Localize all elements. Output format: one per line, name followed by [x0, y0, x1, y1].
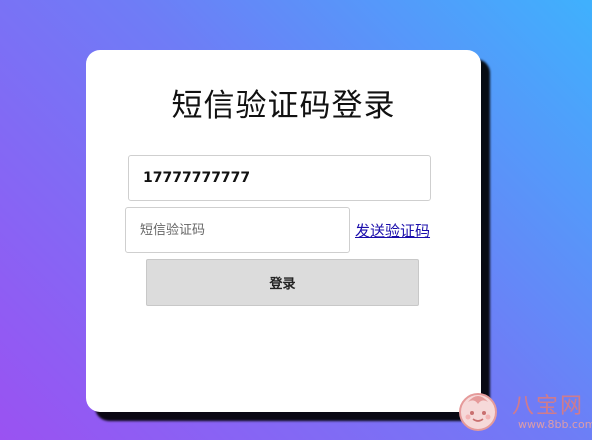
sms-code-input[interactable]: [125, 207, 350, 253]
watermark-brand: 八宝网: [512, 394, 585, 419]
login-card: 短信验证码登录 发送验证码 登录: [86, 50, 481, 412]
send-code-link[interactable]: 发送验证码: [355, 220, 430, 241]
watermark: 八宝网 www.8bb.com: [456, 388, 592, 436]
phone-input[interactable]: [128, 155, 431, 201]
baby-face-logo-icon: [459, 393, 497, 431]
watermark-url: www.8bb.com: [518, 418, 592, 431]
page-title: 短信验证码登录: [171, 88, 396, 124]
login-button[interactable]: 登录: [146, 259, 419, 306]
